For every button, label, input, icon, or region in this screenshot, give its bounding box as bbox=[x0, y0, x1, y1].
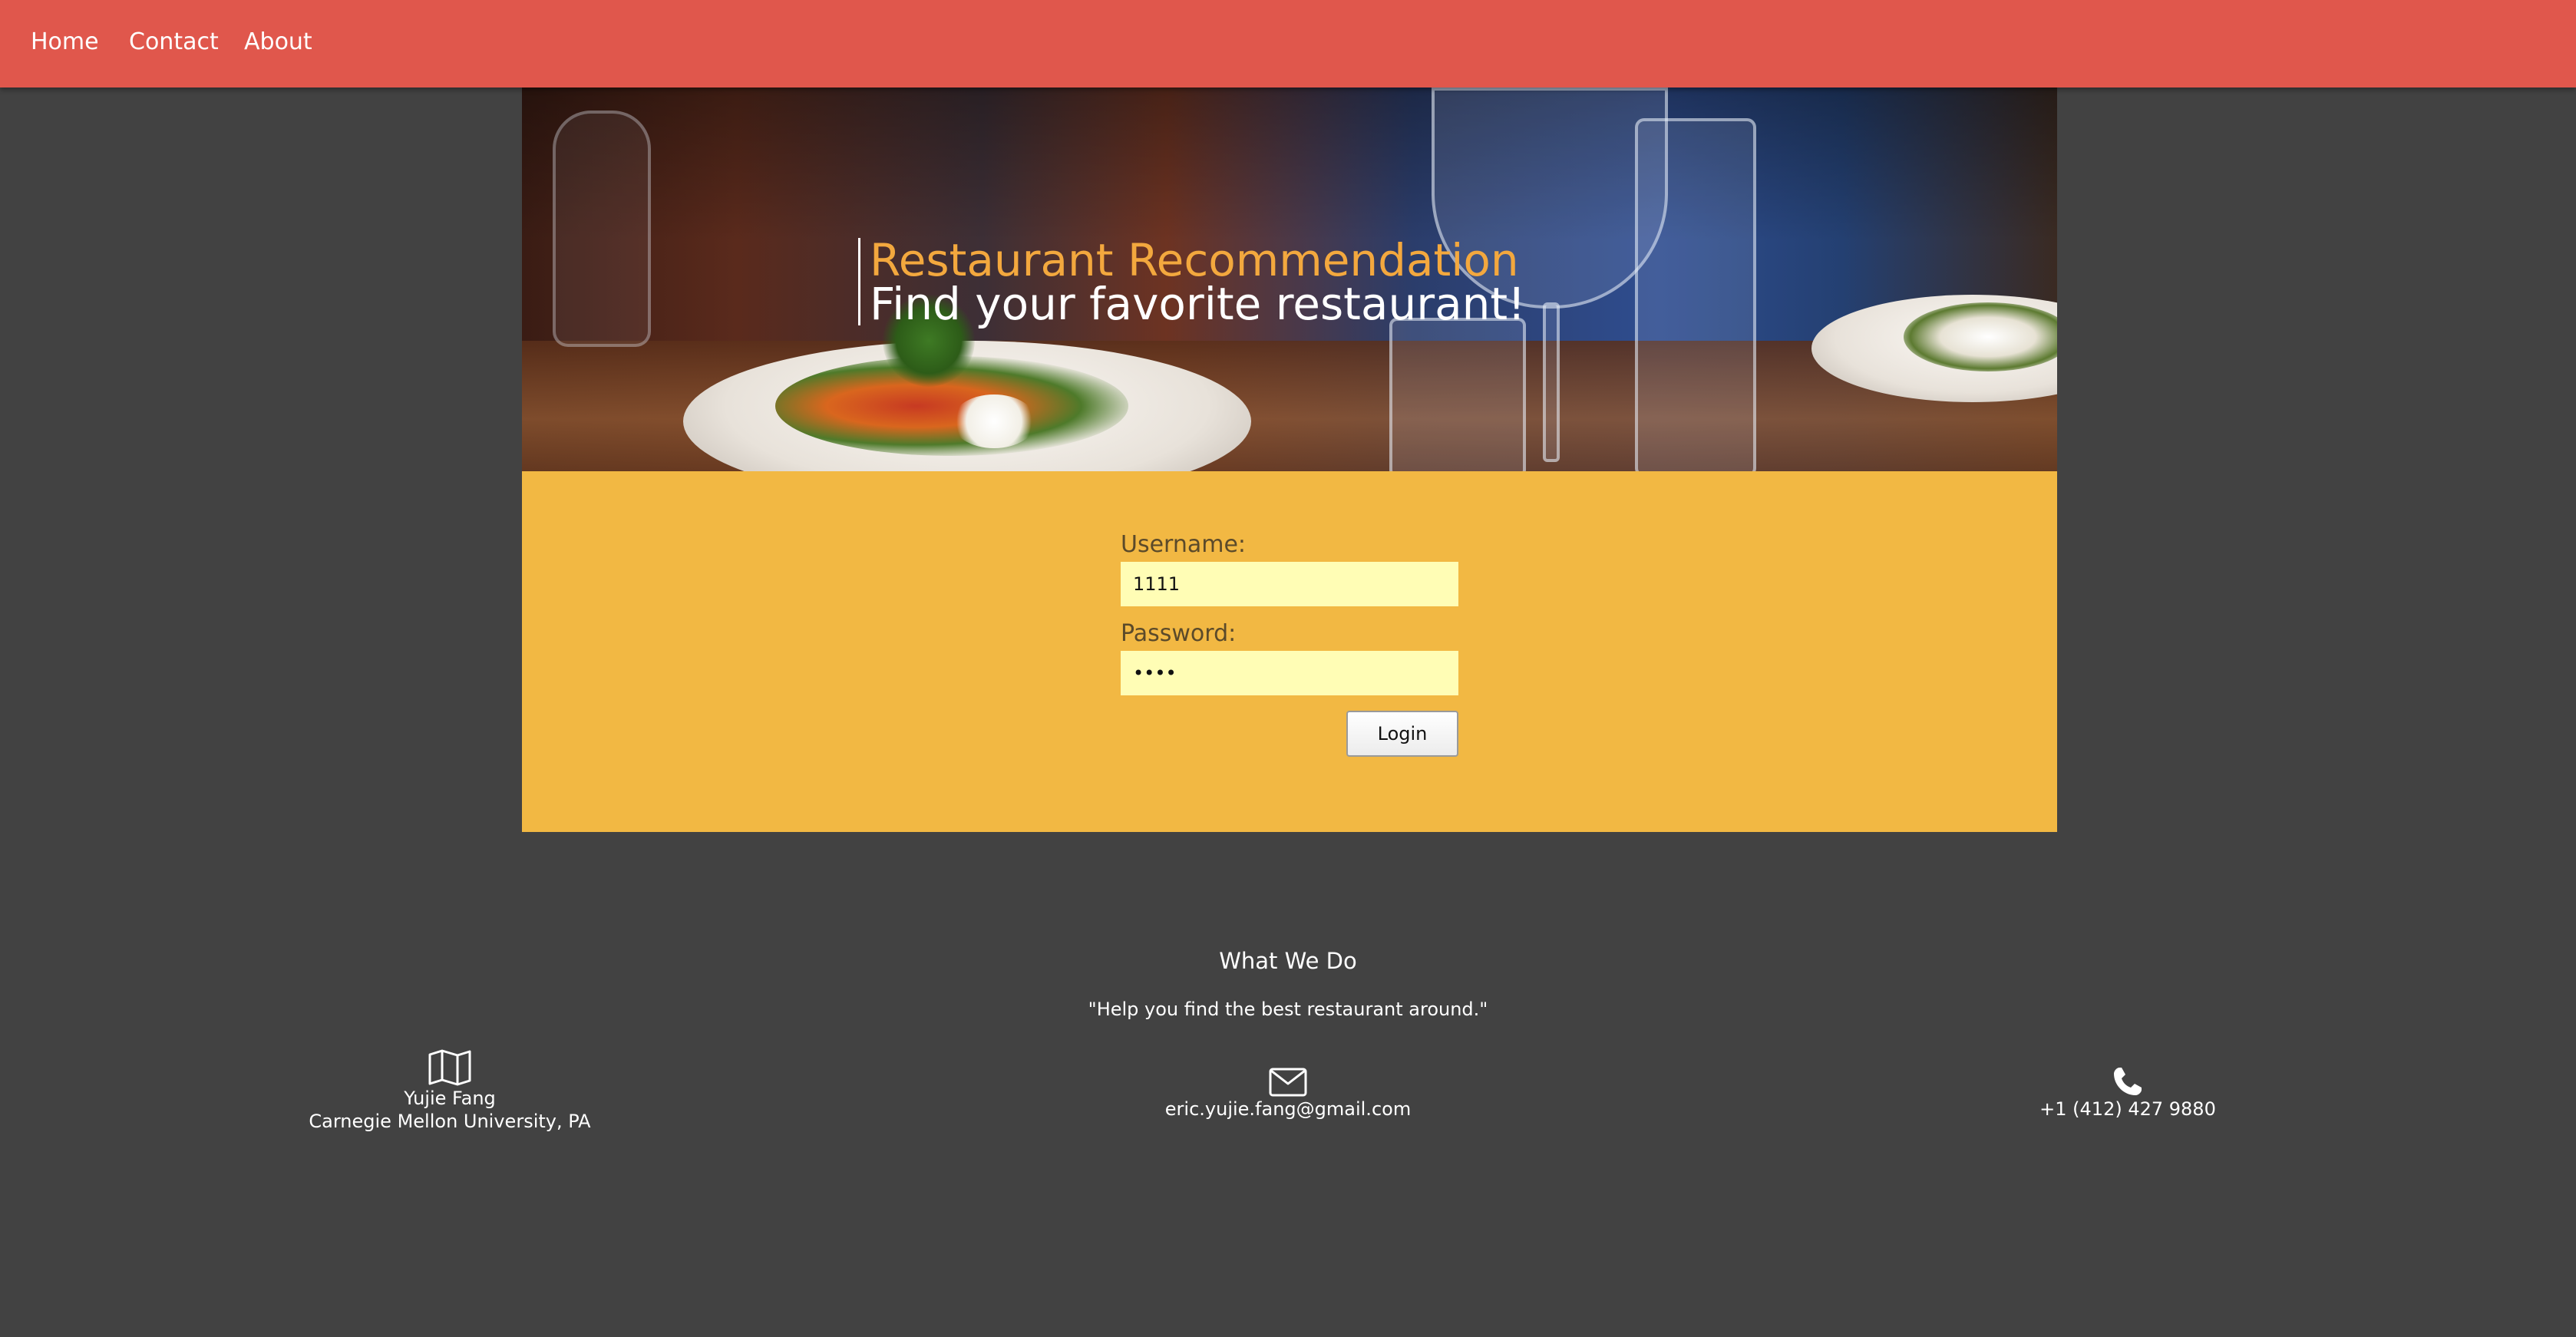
wine-glass-left bbox=[553, 111, 651, 347]
hero-subtitle: Find your favorite restaurant! bbox=[870, 278, 1526, 330]
phone-block: +1 (412) 427 9880 bbox=[1897, 1065, 2358, 1121]
password-label: Password: bbox=[1121, 620, 1237, 647]
food-cheese bbox=[952, 394, 1036, 448]
nav-home-link[interactable]: Home bbox=[31, 28, 99, 57]
tall-glass bbox=[1635, 118, 1756, 471]
email-text[interactable]: eric.yujie.fang@gmail.com bbox=[1058, 1098, 1518, 1121]
phone-icon bbox=[2114, 1068, 2142, 1095]
phone-text[interactable]: +1 (412) 427 9880 bbox=[1897, 1098, 2358, 1121]
envelope-icon bbox=[1269, 1068, 1307, 1097]
footer-quote: "Help you find the best restaurant aroun… bbox=[1088, 999, 1488, 1020]
map-icon bbox=[428, 1049, 471, 1086]
tumbler-glass bbox=[1389, 318, 1526, 471]
username-label: Username: bbox=[1121, 531, 1247, 558]
username-input[interactable]: 1111 bbox=[1121, 562, 1458, 606]
login-button[interactable]: Login bbox=[1346, 711, 1458, 757]
top-navbar: Home Contact About bbox=[0, 0, 2576, 87]
nav-about-link[interactable]: About bbox=[244, 28, 312, 57]
footer-heading: What We Do bbox=[1219, 948, 1357, 974]
address-name: Yujie Fang bbox=[404, 1088, 496, 1109]
hero-shading bbox=[522, 87, 2057, 241]
wine-glass-stem bbox=[1543, 302, 1560, 462]
hero-text: Restaurant Recommendation Find your favo… bbox=[858, 234, 1526, 330]
email-block: eric.yujie.fang@gmail.com bbox=[1058, 1067, 1518, 1121]
address-block: Yujie Fang Carnegie Mellon University, P… bbox=[220, 1048, 680, 1133]
hero-title: Restaurant Recommendation bbox=[870, 234, 1519, 286]
password-input[interactable] bbox=[1121, 651, 1458, 695]
login-panel: Username: 1111 Password: Login bbox=[522, 471, 2057, 832]
hero-banner: Restaurant Recommendation Find your favo… bbox=[522, 87, 2057, 471]
nav-contact-link[interactable]: Contact bbox=[129, 28, 219, 57]
address-location: Carnegie Mellon University, PA bbox=[309, 1111, 591, 1132]
